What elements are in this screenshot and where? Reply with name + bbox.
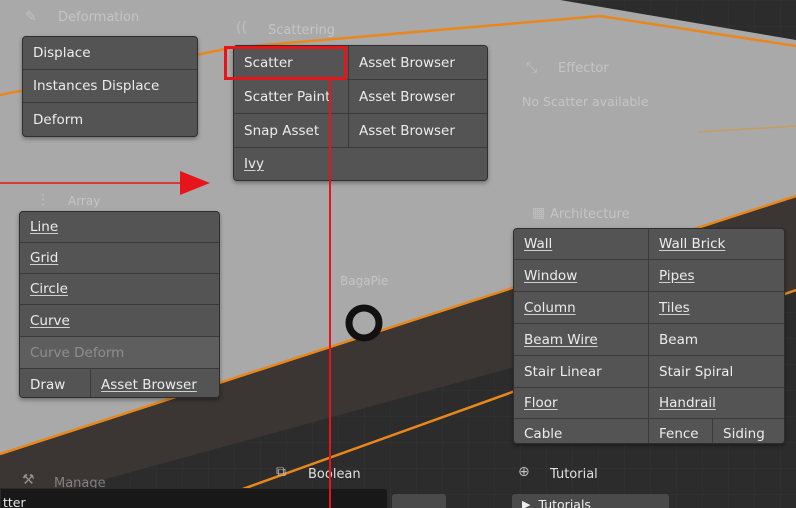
window-label: Window <box>524 267 578 284</box>
cable-button[interactable]: Cable <box>514 419 648 443</box>
column-button[interactable]: Column <box>514 292 648 323</box>
window-button[interactable]: Window <box>514 260 648 291</box>
effector-title: Effector <box>558 61 609 76</box>
ivy-button[interactable]: Ivy <box>234 148 487 180</box>
tutorial-globe-icon: ⊕ <box>518 464 530 480</box>
displace-button[interactable]: Displace <box>23 37 197 69</box>
tiles-label: Tiles <box>659 299 690 316</box>
tutorials-label: Tutorials <box>538 496 591 508</box>
draw-button[interactable]: Draw <box>20 369 90 397</box>
array-menu: Line Grid Circle Curve Curve Deform Draw… <box>19 211 220 398</box>
bagapie-label: BagaPie <box>340 274 389 288</box>
deformation-menu: Displace Instances Displace Deform <box>22 36 198 137</box>
scatter-paint-asset-browser-button[interactable]: Asset Browser <box>348 80 487 113</box>
array-asset-browser-button[interactable]: Asset Browser <box>90 369 219 397</box>
line-button[interactable]: Line <box>20 212 219 242</box>
manage-icon: ⚒ <box>22 472 35 488</box>
boolean-icon: ⧉ <box>276 464 286 480</box>
floor-button[interactable]: Floor <box>514 388 648 418</box>
instances-displace-button[interactable]: Instances Displace <box>23 70 197 102</box>
scatter-asset-browser-button[interactable]: Asset Browser <box>348 46 487 79</box>
circle-button[interactable]: Circle <box>20 274 219 304</box>
snap-asset-browser-button[interactable]: Asset Browser <box>348 114 487 147</box>
stair-linear-button[interactable]: Stair Linear <box>514 356 648 387</box>
architecture-icon: ▦ <box>532 205 546 221</box>
tutorial-title: Tutorial <box>550 467 598 482</box>
beam-wire-button[interactable]: Beam Wire <box>514 324 648 355</box>
pipes-button[interactable]: Pipes <box>648 260 784 291</box>
stair-spiral-button[interactable]: Stair Spiral <box>648 356 784 387</box>
tutorials-button[interactable]: ▶ Tutorials <box>512 494 669 508</box>
boolean-title: Boolean <box>308 467 361 482</box>
scatter-highlight-box <box>224 46 347 80</box>
pie-center-ring <box>345 304 383 342</box>
play-icon: ▶ <box>522 497 531 508</box>
effector-icon: ⤡ <box>526 60 538 76</box>
effector-message: No Scatter available <box>522 94 649 109</box>
wall-label: Wall <box>524 236 553 252</box>
curve-button[interactable]: Curve <box>20 305 219 336</box>
architecture-title: Architecture <box>550 207 630 222</box>
wall-brick-button[interactable]: Wall Brick <box>648 229 784 259</box>
grid-button[interactable]: Grid <box>20 243 219 273</box>
column-label: Column <box>524 299 576 316</box>
floor-label: Floor <box>524 395 558 411</box>
3d-viewport[interactable]: ✎ Deformation Displace Instances Displac… <box>0 0 796 508</box>
deform-button[interactable]: Deform <box>23 103 197 136</box>
ivy-label: Ivy <box>244 156 264 172</box>
deformation-title: Deformation <box>58 10 140 25</box>
beam-button[interactable]: Beam <box>648 324 784 355</box>
beam-wire-label: Beam Wire <box>524 331 598 348</box>
deformation-icon: ✎ <box>25 9 37 25</box>
boolean-button-partial[interactable] <box>392 494 446 508</box>
tiles-button[interactable]: Tiles <box>648 292 784 323</box>
circle-label: Circle <box>30 281 68 297</box>
pipes-label: Pipes <box>659 267 695 284</box>
handrail-button[interactable]: Handrail <box>648 388 784 418</box>
scattering-title: Scattering <box>268 23 336 38</box>
wall-button[interactable]: Wall <box>514 229 648 259</box>
curve-label: Curve <box>30 312 70 329</box>
scattering-icon: (( <box>236 20 247 36</box>
curve-deform-button[interactable]: Curve Deform <box>20 337 219 368</box>
wall-brick-label: Wall Brick <box>659 236 726 252</box>
line-label: Line <box>30 219 59 235</box>
red-arrow <box>0 171 210 195</box>
grid-label: Grid <box>30 250 59 266</box>
tooltip-text: tter <box>3 495 26 508</box>
handrail-label: Handrail <box>659 395 716 411</box>
architecture-menu: Wall Wall Brick Window Pipes Column Tile… <box>513 228 785 444</box>
fence-button[interactable]: Fence <box>648 419 712 443</box>
scatter-pointer-line <box>329 80 331 508</box>
array-asset-browser-label: Asset Browser <box>101 376 197 393</box>
siding-button[interactable]: Siding <box>712 419 784 443</box>
